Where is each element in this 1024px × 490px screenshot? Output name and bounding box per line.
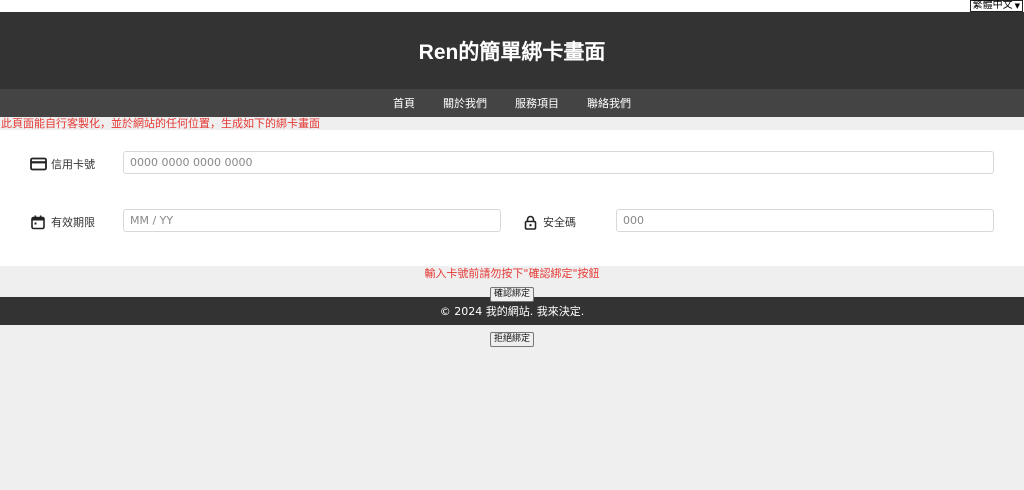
expiry-input[interactable] [123, 209, 501, 232]
customization-notice: 此頁面能自行客製化，並於網站的任何位置，生成如下的綁卡畫面 [0, 117, 1024, 130]
cvc-label-group: 安全碼 [521, 213, 576, 231]
card-binding-form: 信用卡號 有效期限 安全碼 [0, 130, 1024, 266]
reject-button-wrap: 拒絕綁定 [0, 326, 1024, 347]
footer-text: © 2024 我的網站. 我來決定. [439, 305, 585, 318]
lock-icon [521, 213, 539, 231]
top-strip: 繁體中文 ▼ [0, 0, 1024, 12]
expiry-label-group: 有效期限 [29, 213, 95, 231]
expiry-label: 有效期限 [51, 216, 95, 229]
nav-item-contact[interactable]: 聯絡我們 [573, 95, 645, 111]
cvc-label: 安全碼 [543, 216, 576, 229]
main-nav: 首頁 關於我們 服務項目 聯絡我們 [0, 89, 1024, 117]
confirm-button-wrap: 確認綁定 [0, 281, 1024, 302]
calendar-icon [29, 213, 47, 231]
nav-item-services[interactable]: 服務項目 [501, 95, 573, 111]
language-select-value: 繁體中文 [972, 0, 1013, 11]
reject-bind-button[interactable]: 拒絕綁定 [489, 331, 534, 347]
confirm-warning: 輸入卡號前請勿按下"確認綁定"按鈕 [424, 267, 600, 280]
page-title: Ren的簡單綁卡畫面 [418, 40, 606, 64]
card-number-label: 信用卡號 [51, 158, 95, 171]
card-number-input[interactable] [123, 151, 994, 174]
nav-item-about[interactable]: 關於我們 [429, 95, 501, 111]
confirm-bind-button[interactable]: 確認綁定 [489, 286, 534, 302]
site-header: Ren的簡單綁卡畫面 [0, 12, 1024, 89]
cvc-input[interactable] [616, 209, 994, 232]
nav-item-home[interactable]: 首頁 [379, 95, 429, 111]
chevron-down-icon: ▼ [1014, 2, 1020, 10]
card-number-label-group: 信用卡號 [29, 155, 95, 173]
language-select[interactable]: 繁體中文 ▼ [969, 0, 1023, 12]
credit-card-icon [29, 155, 47, 173]
